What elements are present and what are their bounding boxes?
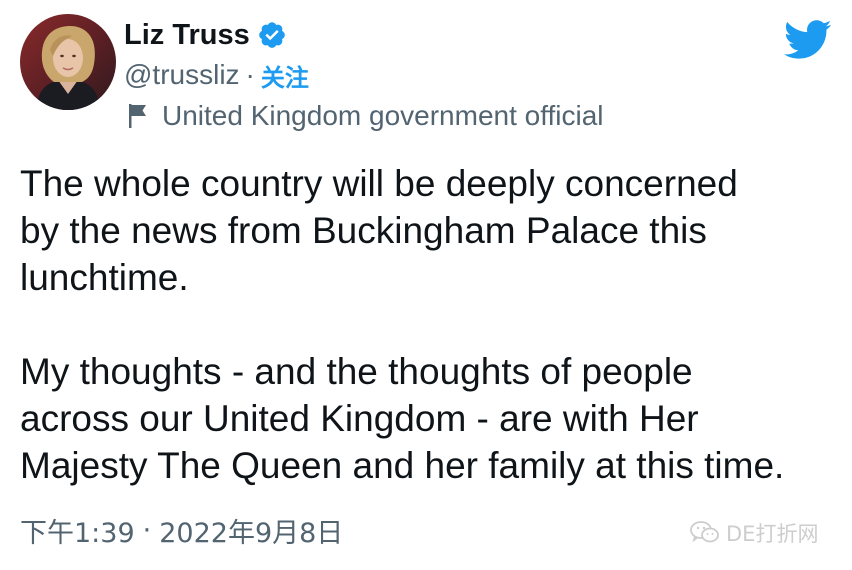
account-label-text[interactable]: United Kingdom government official bbox=[162, 100, 604, 132]
tweet-line: lunchtime. bbox=[20, 257, 189, 298]
author-handle-row: @trussliz · 关注 bbox=[124, 56, 309, 94]
author-avatar[interactable] bbox=[20, 14, 116, 110]
tweet-line: by the news from Buckingham Palace this bbox=[20, 210, 707, 251]
follow-button[interactable]: 关注 bbox=[261, 58, 309, 93]
tweet-line: My thoughts - and the thoughts of people bbox=[20, 351, 693, 392]
tweet-line: Majesty The Queen and her family at this… bbox=[20, 445, 785, 486]
government-flag-icon bbox=[126, 102, 150, 130]
twitter-bird-icon[interactable] bbox=[783, 20, 832, 60]
account-label-row: United Kingdom government official bbox=[126, 98, 604, 134]
author-name-row: Liz Truss bbox=[124, 16, 287, 54]
tweet-line: The whole country will be deeply concern… bbox=[20, 163, 738, 204]
verified-badge-icon bbox=[257, 20, 287, 50]
author-display-name[interactable]: Liz Truss bbox=[124, 19, 250, 52]
tweet-date: 2022年9月8日 bbox=[159, 517, 344, 549]
avatar-portrait-icon bbox=[20, 14, 116, 110]
wechat-icon bbox=[690, 520, 720, 546]
tweet-card: Liz Truss @trussliz · 关注 United Kingdom … bbox=[0, 0, 852, 570]
watermark: DE打折网 bbox=[690, 516, 818, 550]
watermark-text: DE打折网 bbox=[726, 522, 819, 546]
tweet-line: across our United Kingdom - are with Her bbox=[20, 398, 699, 439]
tweet-time: 下午1:39 bbox=[20, 517, 135, 549]
separator-dot: · bbox=[142, 514, 152, 546]
tweet-text: The whole country will be deeply concern… bbox=[20, 160, 835, 489]
author-handle[interactable]: @trussliz bbox=[124, 59, 240, 91]
separator-dot: · bbox=[245, 59, 255, 90]
tweet-timestamp[interactable]: 下午1:39 · 2022年9月8日 bbox=[20, 512, 344, 549]
